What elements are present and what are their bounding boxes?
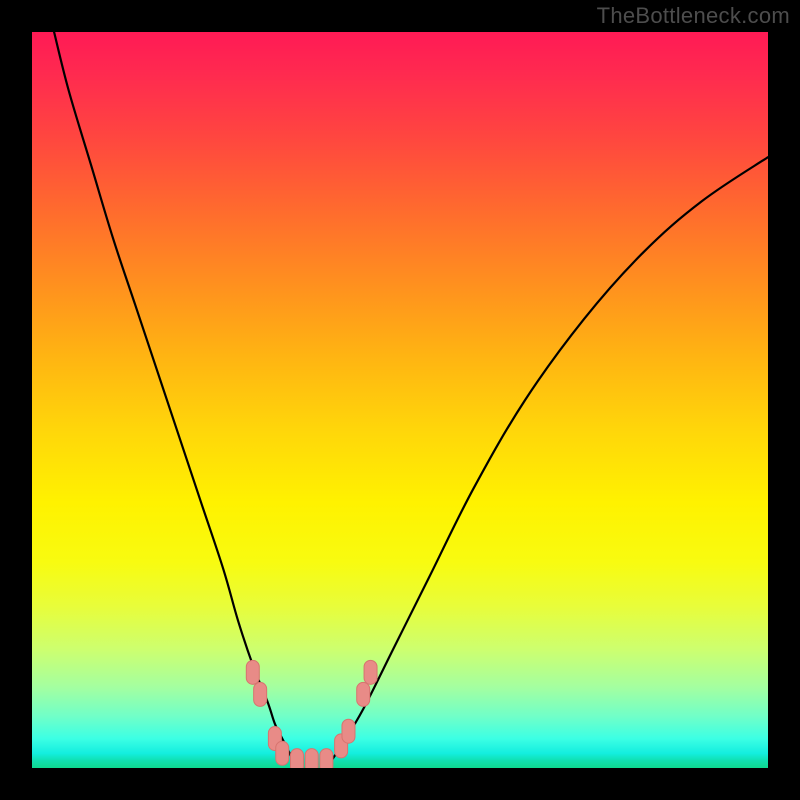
right-curve [326, 157, 768, 768]
markers-group [246, 660, 377, 768]
left-curve [54, 32, 297, 768]
marker-point [276, 741, 289, 765]
marker-point [342, 719, 355, 743]
curves-svg [32, 32, 768, 768]
marker-point [357, 682, 370, 706]
marker-point [254, 682, 267, 706]
marker-point [290, 749, 303, 768]
marker-point [246, 660, 259, 684]
watermark-text: TheBottleneck.com [597, 3, 790, 29]
marker-point [364, 660, 377, 684]
plot-area [32, 32, 768, 768]
chart-frame: TheBottleneck.com [0, 0, 800, 800]
marker-point [305, 749, 318, 768]
marker-point [320, 749, 333, 768]
